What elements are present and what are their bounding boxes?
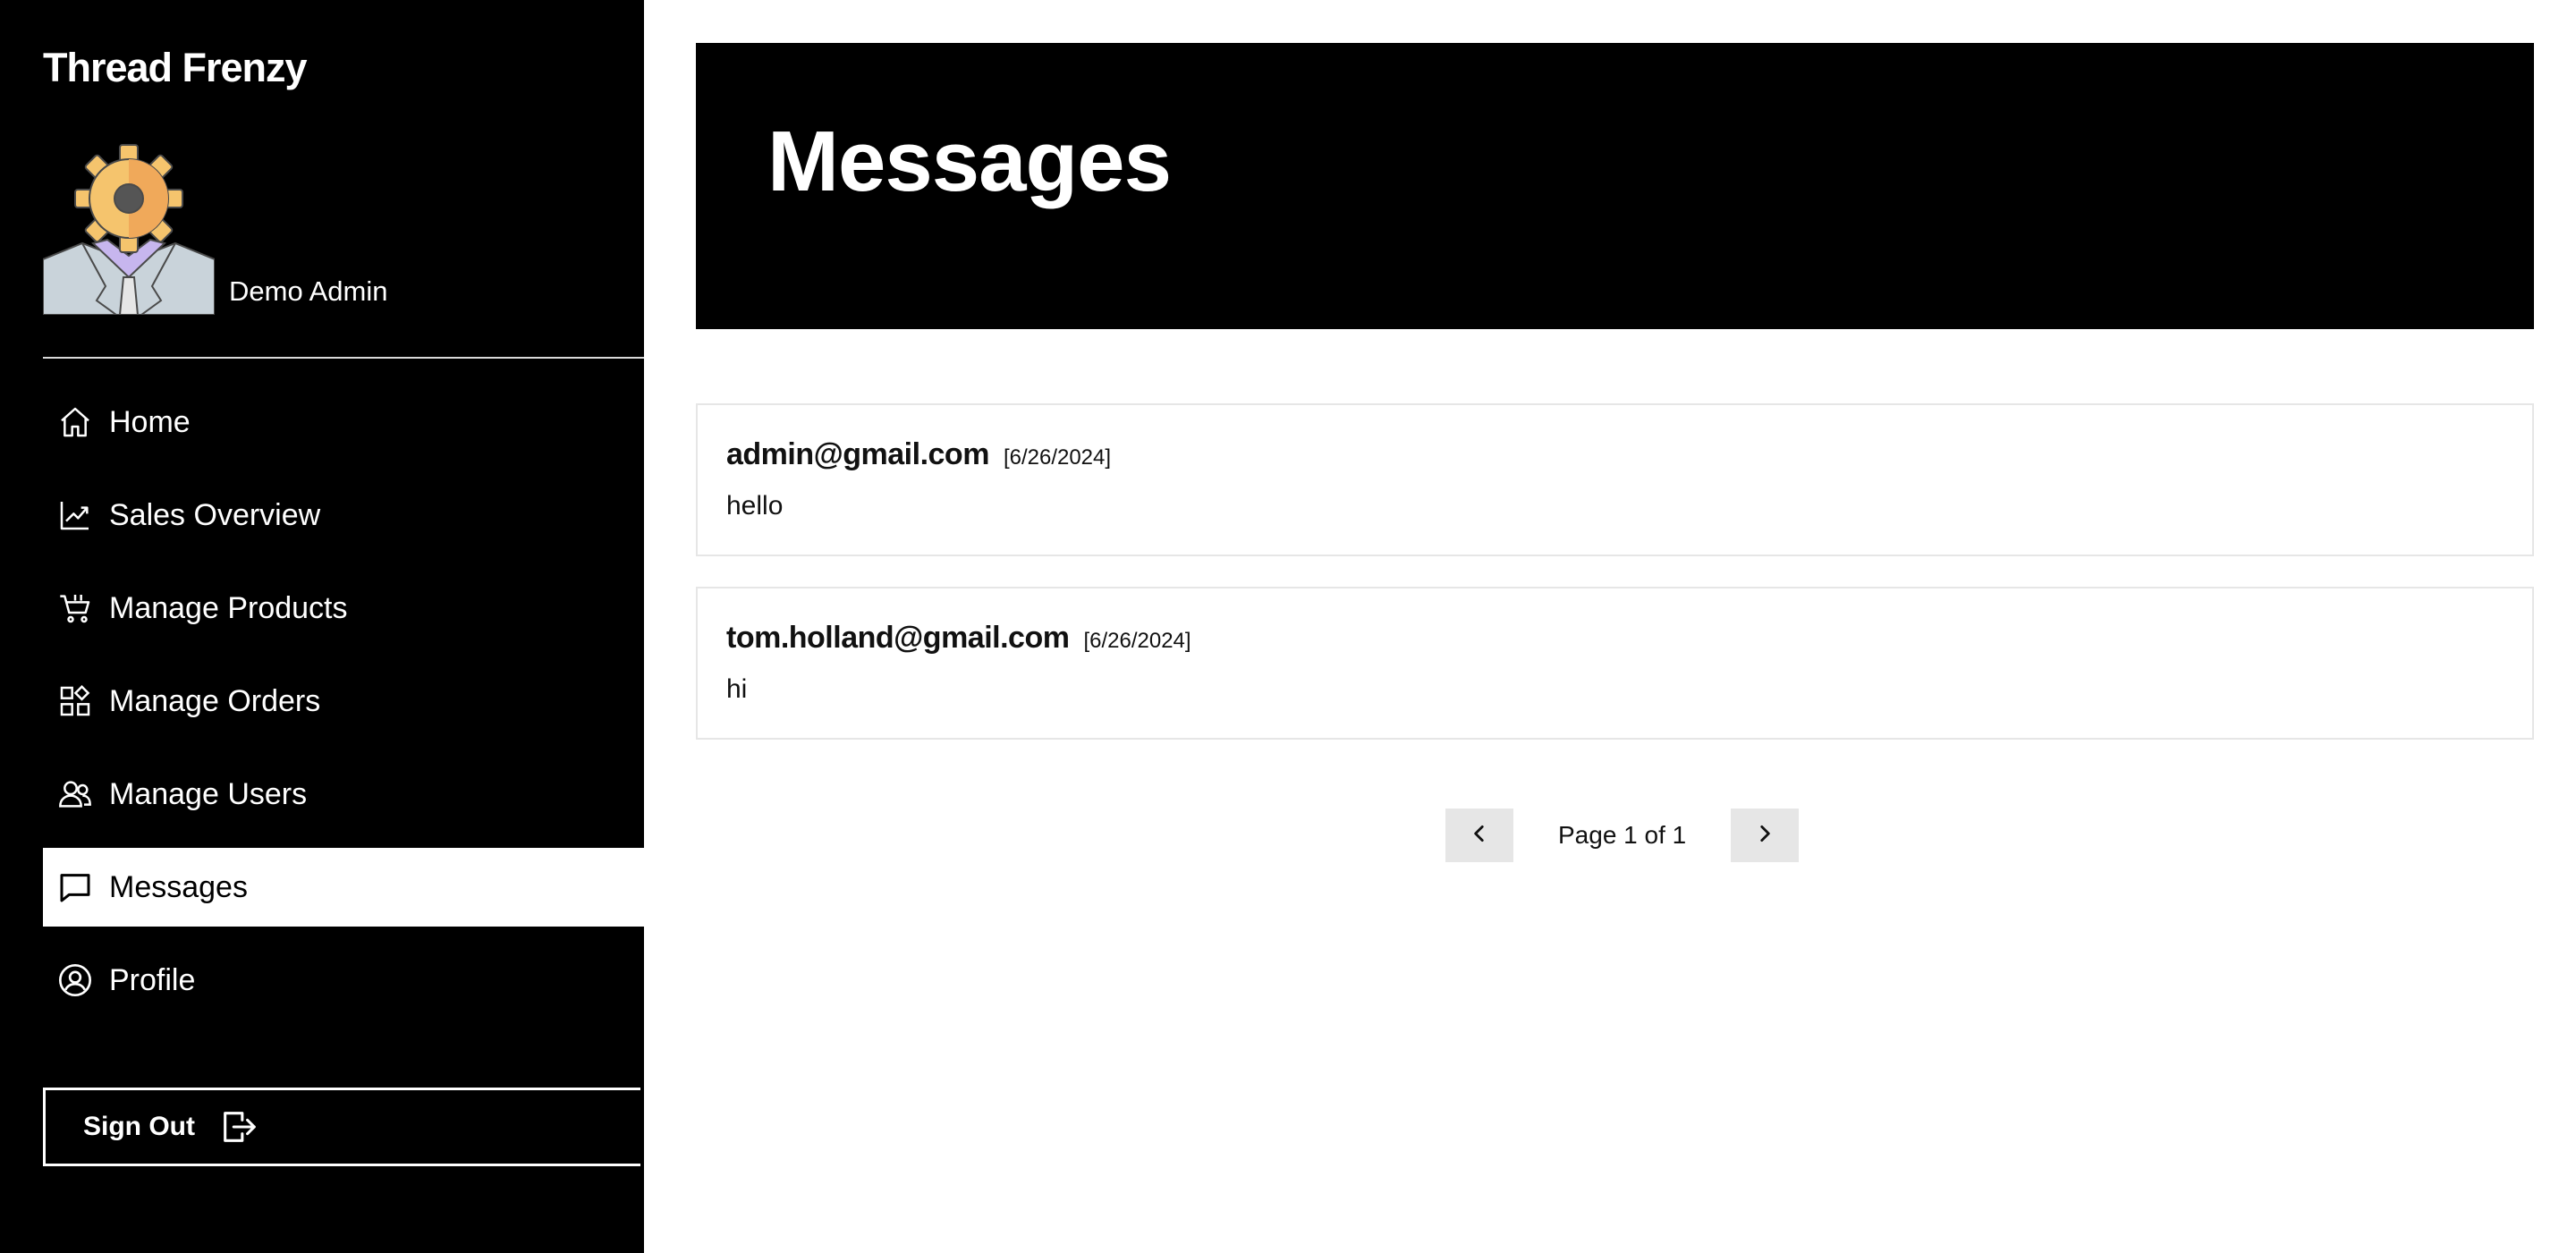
next-page-button[interactable] bbox=[1731, 809, 1800, 862]
message-header: tom.holland@gmail.com [6/26/2024] bbox=[726, 621, 1191, 656]
home-icon bbox=[55, 402, 95, 442]
sidebar-item-messages[interactable]: Messages bbox=[43, 848, 644, 927]
sidebar-item-manage-orders[interactable]: Manage Orders bbox=[43, 662, 644, 741]
pagination: Page 1 of 1 bbox=[1445, 809, 1800, 862]
users-icon bbox=[55, 775, 95, 814]
page-indicator: Page 1 of 1 bbox=[1558, 821, 1687, 849]
sidebar-item-manage-products[interactable]: Manage Products bbox=[43, 569, 644, 648]
user-circle-icon bbox=[55, 961, 95, 1000]
brand-title: Thread Frenzy bbox=[43, 45, 308, 90]
message-date: [6/26/2024] bbox=[1083, 629, 1191, 653]
sidebar-divider bbox=[43, 357, 644, 359]
sidebar-item-label: Manage Users bbox=[109, 776, 308, 811]
sign-out-icon bbox=[218, 1105, 261, 1148]
message-icon bbox=[55, 868, 95, 907]
cart-icon bbox=[55, 588, 95, 628]
sidebar: Thread Frenzy Demo Admin Home Sales Over… bbox=[0, 0, 644, 1253]
sidebar-nav: Home Sales Overview Manage Products Mana… bbox=[43, 383, 644, 1034]
sidebar-item-sales-overview[interactable]: Sales Overview bbox=[43, 476, 644, 555]
previous-page-button[interactable] bbox=[1445, 809, 1513, 862]
sign-out-label: Sign Out bbox=[83, 1112, 195, 1141]
sign-out-button[interactable]: Sign Out bbox=[43, 1088, 640, 1166]
sidebar-item-label: Messages bbox=[109, 869, 248, 904]
sidebar-item-label: Profile bbox=[109, 962, 196, 997]
sidebar-item-home[interactable]: Home bbox=[43, 383, 644, 461]
sidebar-item-label: Sales Overview bbox=[109, 497, 321, 532]
message-header: admin@gmail.com [6/26/2024] bbox=[726, 437, 1111, 472]
message-card: tom.holland@gmail.com [6/26/2024] hi bbox=[696, 587, 2534, 740]
message-sender: admin@gmail.com bbox=[726, 437, 989, 471]
chevron-left-icon bbox=[1468, 822, 1491, 850]
page-header: Messages bbox=[696, 43, 2534, 329]
chart-line-icon bbox=[55, 495, 95, 535]
grid-icon bbox=[55, 682, 95, 721]
main-content: Messages admin@gmail.com [6/26/2024] hel… bbox=[644, 0, 2576, 1253]
page-title: Messages bbox=[767, 114, 1172, 209]
message-card: admin@gmail.com [6/26/2024] hello bbox=[696, 403, 2534, 556]
sidebar-item-label: Manage Products bbox=[109, 590, 348, 625]
chevron-right-icon bbox=[1753, 822, 1776, 850]
sidebar-item-label: Manage Orders bbox=[109, 683, 321, 718]
sidebar-item-manage-users[interactable]: Manage Users bbox=[43, 755, 644, 834]
message-body: hello bbox=[726, 491, 784, 521]
sidebar-item-label: Home bbox=[109, 404, 191, 439]
message-sender: tom.holland@gmail.com bbox=[726, 621, 1070, 655]
message-date: [6/26/2024] bbox=[1003, 445, 1112, 470]
message-body: hi bbox=[726, 674, 748, 704]
sidebar-item-profile[interactable]: Profile bbox=[43, 941, 644, 1020]
user-name: Demo Admin bbox=[229, 275, 388, 307]
avatar bbox=[42, 143, 216, 316]
